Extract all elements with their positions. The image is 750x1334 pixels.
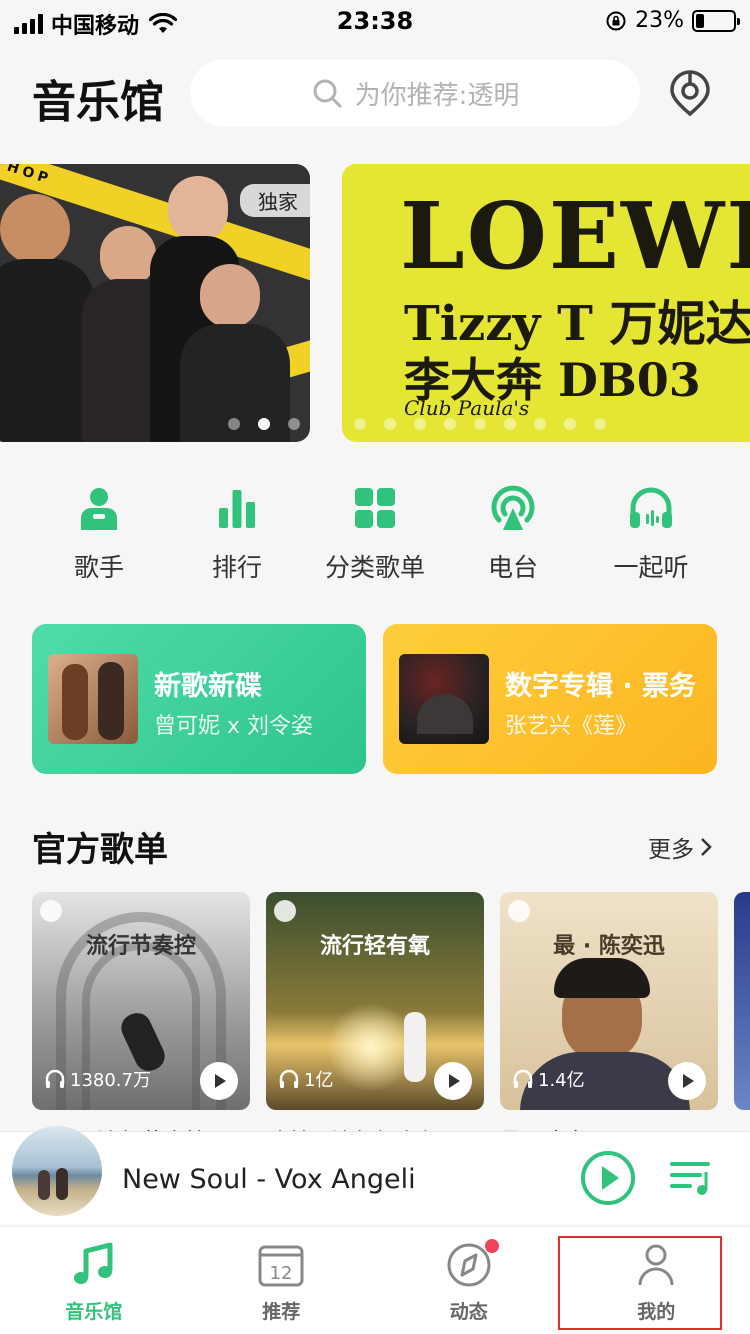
tab-label: 动态 — [449, 1301, 488, 1323]
highlight-box — [558, 1236, 722, 1330]
playlist-cover-title: 最 · 陈奕迅 — [553, 934, 665, 959]
chart-icon — [219, 490, 255, 528]
category-singer[interactable]: 歌手 — [39, 484, 159, 584]
playlist-card[interactable]: 流行轻有氧 1亿 — [266, 892, 484, 1110]
section-title: 官方歌单 — [32, 830, 168, 870]
exclusive-badge: 独家 — [240, 184, 310, 217]
battery-icon — [692, 9, 740, 32]
qq-music-logo-icon — [274, 900, 296, 922]
headphones-icon — [513, 1069, 533, 1088]
banner-person — [0, 259, 94, 442]
promo-new-releases[interactable]: 新歌新碟 曾可妮 x 刘令姿 — [32, 624, 366, 774]
promo-title: 新歌新碟 — [154, 671, 262, 702]
playlist-card[interactable]: 最 · 陈奕迅 1.4亿 — [500, 892, 718, 1110]
music-note-icon — [73, 1242, 113, 1284]
tab-feed[interactable]: 动态 — [375, 1227, 563, 1334]
category-label: 歌手 — [73, 553, 124, 582]
promo-title: 数字专辑 · 票务 — [505, 671, 697, 702]
play-icon — [215, 1074, 226, 1088]
category-nav: 歌手 排行 分类歌单 电台 一起听 — [0, 484, 750, 584]
category-label: 排行 — [211, 553, 262, 582]
category-label: 电台 — [487, 553, 538, 582]
playlist-queue-icon[interactable] — [670, 1158, 714, 1198]
music-recognition-icon[interactable] — [668, 70, 712, 118]
play-count: 1.4亿 — [512, 1066, 585, 1092]
headphones-icon — [279, 1069, 299, 1088]
play-count-value: 1380.7万 — [70, 1070, 151, 1091]
playlist-play-button[interactable] — [668, 1062, 706, 1100]
category-listen-together[interactable]: 一起听 — [591, 484, 711, 584]
tab-label: 音乐馆 — [65, 1301, 123, 1323]
category-radio[interactable]: 电台 — [453, 484, 573, 584]
banner-headline: LOEWE — [400, 182, 750, 290]
banner-person — [100, 226, 156, 286]
playlist-card-peek[interactable] — [734, 892, 750, 1110]
radio-icon — [491, 485, 535, 530]
promo-subtitle: 曾可妮 x 刘令姿 — [154, 714, 314, 739]
category-label: 分类歌单 — [324, 553, 425, 582]
play-count: 1亿 — [278, 1066, 333, 1092]
play-button[interactable] — [580, 1150, 636, 1206]
search-icon — [313, 79, 342, 108]
tab-music-hall[interactable]: 音乐馆 — [0, 1227, 188, 1334]
tab-label: 推荐 — [262, 1301, 301, 1323]
now-playing-title: New Soul - Vox Angeli — [122, 1164, 416, 1195]
playlist-play-button[interactable] — [200, 1062, 238, 1100]
promo-thumbnail — [399, 654, 489, 744]
banner-pagination — [354, 418, 606, 430]
search-input[interactable]: 为你推荐:透明 — [190, 60, 640, 126]
mini-player[interactable]: New Soul - Vox Angeli — [0, 1126, 750, 1224]
grid-icon — [355, 488, 395, 528]
playlist-cover-title: 流行轻有氧 — [319, 934, 430, 959]
page-title: 音乐馆 — [32, 77, 164, 128]
banner-person — [168, 176, 228, 242]
singer-icon — [81, 488, 117, 530]
notification-dot — [485, 1239, 499, 1253]
headphones-icon — [630, 487, 672, 528]
banner-signature: Club Paula's — [404, 396, 530, 420]
qq-music-logo-icon — [508, 900, 530, 922]
play-count: 1380.7万 — [44, 1066, 151, 1092]
play-icon — [449, 1074, 460, 1088]
headphones-icon — [45, 1069, 65, 1088]
album-cover — [12, 1126, 102, 1216]
qq-music-logo-icon — [40, 900, 62, 922]
play-icon — [683, 1074, 694, 1088]
playlist-card[interactable]: 流行节奏控 1380.7万 — [32, 892, 250, 1110]
header: 音乐馆 为你推荐:透明 — [0, 56, 750, 136]
status-right: 23% — [605, 8, 740, 33]
chevron-right-icon — [701, 838, 712, 856]
calendar-date: 12 — [270, 1263, 293, 1284]
banner-hiphop[interactable]: HIPHOP HIPHOP 独家 — [0, 164, 310, 442]
search-placeholder: 为你推荐:透明 — [354, 80, 520, 111]
banner-pagination — [228, 418, 300, 430]
more-label: 更多 — [648, 837, 694, 863]
play-count-value: 1亿 — [304, 1070, 334, 1091]
status-bar: 中国移动 23:38 23% — [0, 0, 750, 42]
category-chart[interactable]: 排行 — [177, 484, 297, 584]
category-label: 一起听 — [613, 553, 689, 582]
category-playlist[interactable]: 分类歌单 — [315, 484, 435, 584]
promo-subtitle: 张艺兴《莲》 — [505, 714, 638, 739]
banner-loewe[interactable]: LOEWE Tizzy T 万妮达 李大奔 DB03 Club Paula's — [342, 164, 750, 442]
play-count-value: 1.4亿 — [538, 1070, 585, 1091]
rotation-lock-icon — [606, 11, 626, 30]
more-link[interactable]: 更多 — [648, 830, 712, 864]
promo-thumbnail — [48, 654, 138, 744]
banner-person — [200, 264, 260, 328]
playlist-cover-title: 流行节奏控 — [85, 934, 196, 959]
banner-person — [0, 194, 70, 264]
calendar-icon: 12 — [258, 1245, 304, 1287]
tab-recommend[interactable]: 12 推荐 — [188, 1227, 376, 1334]
playlist-play-button[interactable] — [434, 1062, 472, 1100]
battery-percent: 23% — [635, 8, 684, 33]
promo-digital-album[interactable]: 数字专辑 · 票务 张艺兴《莲》 — [383, 624, 717, 774]
